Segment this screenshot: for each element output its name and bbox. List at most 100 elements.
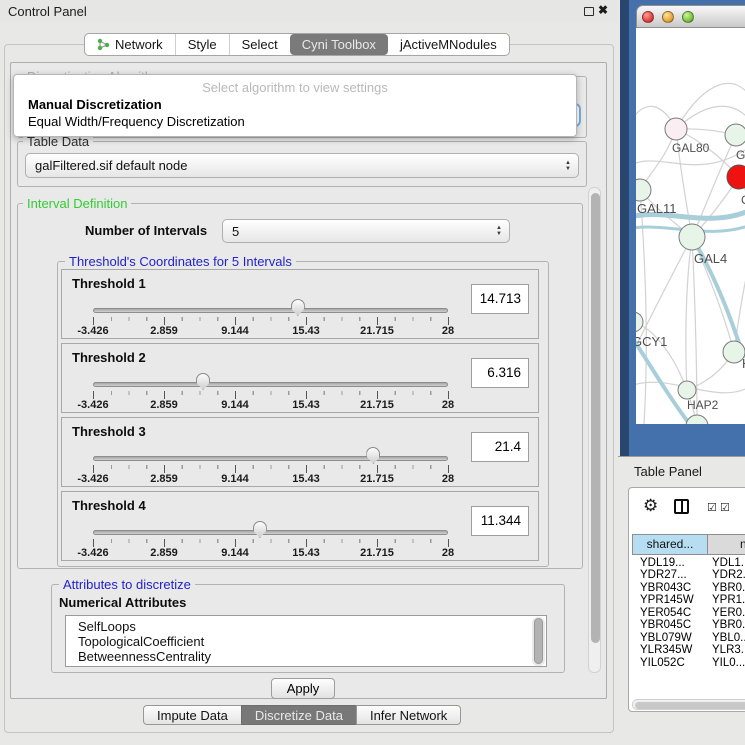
tab-style-label: Style	[188, 37, 217, 52]
list-item[interactable]: SelfLoops	[66, 619, 136, 634]
tick-label: 21.715	[347, 399, 407, 411]
tick-label: 15.43	[276, 547, 336, 559]
table-data-select-value: galFiltered.sif default node	[35, 158, 187, 173]
node-gal80[interactable]	[665, 118, 687, 140]
label-clipped-mid-right: C	[741, 193, 745, 207]
table-row[interactable]: YIL052CYIL0...	[632, 657, 745, 669]
threshold-2-slider-ticks	[93, 391, 450, 399]
node-clipped-top-right[interactable]	[725, 124, 745, 146]
checkbox-icon[interactable]: ☑	[707, 501, 717, 514]
tab-impute-data[interactable]: Impute Data	[143, 705, 242, 725]
number-of-intervals-value: 5	[232, 224, 239, 239]
apply-button[interactable]: Apply	[271, 678, 335, 699]
table-panel-title: Table Panel	[634, 464, 702, 479]
table-row[interactable]: YLR345WYLR3...	[632, 644, 745, 656]
threshold-4-panel: Threshold 4 -3.426 2.859 9.144 15.43 21.…	[61, 491, 539, 561]
algorithm-option-equal-width[interactable]: Equal Width/Frequency Discretization	[28, 114, 245, 129]
checkbox-icon[interactable]: ☑	[720, 501, 730, 514]
tick-label: 21.715	[347, 325, 407, 337]
threshold-2-label: Threshold 2	[72, 350, 146, 365]
node-gal4[interactable]	[679, 224, 705, 250]
node-bottom-clipped[interactable]	[686, 415, 708, 424]
threshold-2-value-field[interactable]: 6.316	[471, 358, 529, 388]
screen: Control Panel ✖ Network Style Select Cyn…	[0, 0, 745, 745]
table-panel-titlebar: Table Panel	[618, 456, 745, 484]
threshold-4-label: Threshold 4	[72, 498, 146, 513]
node-red[interactable]	[727, 165, 745, 189]
tick-label: 15.43	[276, 399, 336, 411]
zoom-traffic-light-icon[interactable]	[682, 11, 694, 23]
number-of-intervals-select[interactable]: 5 ▲▼	[222, 219, 510, 243]
label-clipped-top-right: GA	[736, 148, 745, 162]
float-window-icon[interactable]	[584, 7, 594, 16]
node-hap2[interactable]	[678, 381, 696, 399]
tick-label: 9.144	[205, 473, 265, 485]
threshold-1-slider-track[interactable]	[93, 308, 448, 313]
threshold-4-slider-track[interactable]	[93, 530, 448, 535]
table-row[interactable]: YBR043CYBR0...	[632, 582, 745, 594]
tab-style[interactable]: Style	[175, 34, 229, 55]
close-window-icon[interactable]: ✖	[598, 3, 608, 17]
tab-cyni-toolbox[interactable]: Cyni Toolbox	[290, 34, 388, 55]
tab-select[interactable]: Select	[229, 34, 290, 55]
threshold-1-slider-thumb[interactable]	[291, 299, 305, 316]
tab-jactivemnodules[interactable]: jActiveMNodules	[388, 34, 509, 55]
algorithm-option-manual[interactable]: Manual Discretization	[28, 97, 162, 112]
threshold-2-panel: Threshold 2 -3.426 2.859 9.144 15.43 21.…	[61, 343, 539, 413]
tick-label: 28	[418, 547, 478, 559]
tab-jactivemnodules-label: jActiveMNodules	[400, 37, 497, 52]
table-row[interactable]: YER054CYER0...	[632, 607, 745, 619]
control-panel-title: Control Panel	[8, 4, 87, 19]
threshold-2-slider-track[interactable]	[93, 382, 448, 387]
network-window-titlebar[interactable]	[636, 5, 745, 28]
threshold-1-value-field[interactable]: 14.713	[471, 284, 529, 314]
table-row[interactable]: YDR27...YDR2...	[632, 569, 745, 581]
threshold-3-label: Threshold 3	[72, 424, 146, 439]
tab-infer-network[interactable]: Infer Network	[356, 705, 461, 725]
tick-label: -3.426	[63, 473, 123, 485]
network-graph: GAL80 GA C GAL11 GAL4 GCY1 H HAP2	[636, 28, 745, 424]
tick-label: 28	[418, 325, 478, 337]
column-header-name[interactable]: n...	[707, 534, 745, 555]
tab-network[interactable]: Network	[85, 34, 175, 55]
list-scrollbar-thumb[interactable]	[534, 618, 543, 664]
threshold-3-value-field[interactable]: 21.4	[471, 432, 529, 462]
threshold-3-slider-thumb[interactable]	[366, 447, 380, 464]
table-row[interactable]: YBR045CYBR0...	[632, 619, 745, 631]
network-canvas[interactable]: GAL80 GA C GAL11 GAL4 GCY1 H HAP2	[636, 28, 745, 424]
threshold-4-slider-ticks	[93, 539, 450, 547]
threshold-3-slider-track[interactable]	[93, 456, 448, 461]
list-item[interactable]: BetweennessCentrality	[66, 649, 211, 664]
table-row[interactable]: YBL079WYBL0...	[632, 632, 745, 644]
table-row[interactable]: YPR145WYPR1...	[632, 594, 745, 606]
attributes-group-title: Attributes to discretize	[59, 578, 195, 591]
list-scrollbar[interactable]	[532, 617, 545, 666]
table-horizontal-scrollbar[interactable]	[632, 699, 745, 710]
table-data-select[interactable]: galFiltered.sif default node ▲▼	[25, 153, 579, 178]
split-table-icon[interactable]	[674, 499, 689, 514]
label-gal4: GAL4	[694, 251, 727, 266]
node-gal11[interactable]	[636, 179, 651, 201]
node-gcy1[interactable]	[636, 312, 643, 332]
tick-label: 21.715	[347, 473, 407, 485]
threshold-4-slider-thumb[interactable]	[253, 521, 267, 538]
cyni-toolbox-panel: Discretization Algorithm Table Data galF…	[10, 62, 607, 699]
panel-scrollbar[interactable]	[588, 187, 601, 673]
tick-label: 9.144	[205, 399, 265, 411]
tab-discretize-data[interactable]: Discretize Data	[241, 705, 357, 725]
column-header-shared[interactable]: shared...	[632, 534, 708, 555]
gear-icon[interactable]: ⚙	[643, 496, 658, 516]
label-gcy1: GCY1	[636, 334, 667, 349]
numerical-attributes-label: Numerical Attributes	[59, 595, 186, 610]
close-traffic-light-icon[interactable]	[642, 11, 654, 23]
threshold-2-slider-thumb[interactable]	[196, 373, 210, 390]
table-rows: YDL19...YDL1... YDR27...YDR2... YBR043CY…	[632, 557, 745, 669]
table-row[interactable]: YDL19...YDL1...	[632, 557, 745, 569]
tick-label: 15.43	[276, 473, 336, 485]
threshold-4-value-field[interactable]: 11.344	[471, 506, 529, 536]
tick-label: 21.715	[347, 547, 407, 559]
table-horizontal-scrollbar-thumb[interactable]	[635, 702, 745, 709]
panel-scrollbar-thumb[interactable]	[591, 193, 600, 643]
list-item[interactable]: TopologicalCoefficient	[66, 634, 204, 649]
minimize-traffic-light-icon[interactable]	[662, 11, 674, 23]
